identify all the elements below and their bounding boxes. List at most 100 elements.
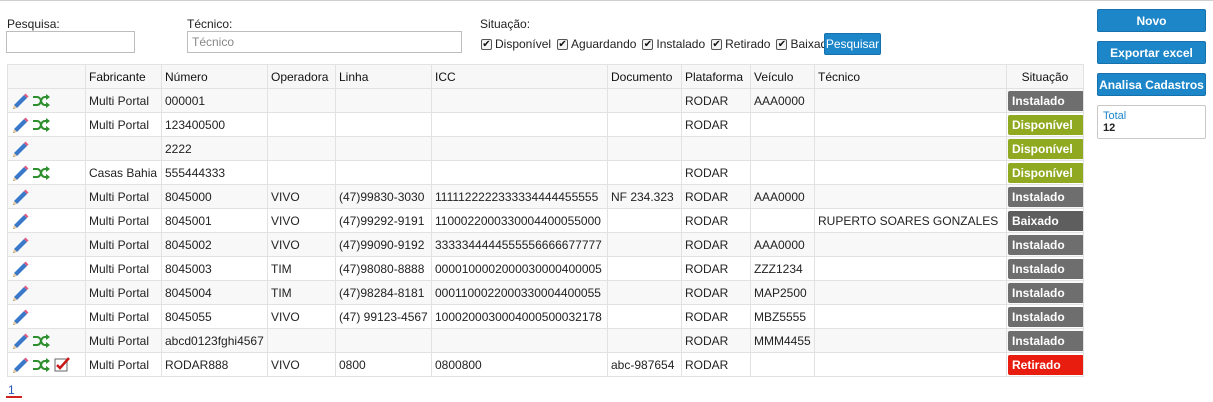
status-option-1[interactable]: ✔ Aguardando bbox=[557, 37, 636, 51]
cell-veiculo: ZZZ1234 bbox=[750, 256, 815, 281]
col-fabricante[interactable]: Fabricante bbox=[85, 64, 162, 89]
cell-situacao: Baixado bbox=[1006, 208, 1084, 233]
col-numero[interactable]: Número bbox=[161, 64, 268, 89]
col-icc[interactable]: ICC bbox=[431, 64, 608, 89]
cell-veiculo: AAA0000 bbox=[750, 88, 815, 113]
status-option-2[interactable]: ✔ Instalado bbox=[642, 37, 705, 51]
export-excel-button[interactable]: Exportar excel bbox=[1097, 41, 1206, 64]
status-badge[interactable]: Disponível bbox=[1008, 162, 1083, 183]
edit-icon[interactable] bbox=[10, 260, 30, 278]
status-badge[interactable]: Instalado bbox=[1008, 90, 1083, 111]
edit-icon[interactable] bbox=[10, 92, 30, 110]
edit-icon[interactable] bbox=[10, 188, 30, 206]
cell-numero: 8045002 bbox=[161, 232, 268, 257]
table-row: Multi Portal abcd0123fghi4567 RODAR MMM4455… bbox=[7, 328, 1084, 353]
cell-fabricante bbox=[85, 136, 162, 161]
page-link-1[interactable]: 1 bbox=[8, 383, 15, 397]
cell-plataforma: RODAR bbox=[681, 232, 751, 257]
checkbox[interactable]: ✔ bbox=[776, 38, 788, 50]
current-page-indicator bbox=[6, 396, 22, 398]
search-button[interactable]: Pesquisar bbox=[824, 33, 881, 55]
cell-fabricante: Multi Portal bbox=[85, 352, 162, 377]
shuffle-icon[interactable] bbox=[31, 116, 51, 134]
status-badge[interactable]: Instalado bbox=[1008, 282, 1083, 303]
shuffle-icon[interactable] bbox=[31, 332, 51, 350]
cell-plataforma: RODAR bbox=[681, 112, 751, 137]
col-veiculo[interactable]: Veículo bbox=[750, 64, 815, 89]
cell-situacao: Instalado bbox=[1006, 328, 1084, 353]
cell-fabricante: Multi Portal bbox=[85, 280, 162, 305]
cell-numero: RODAR888 bbox=[161, 352, 268, 377]
cell-operadora: VIVO bbox=[267, 184, 336, 209]
status-badge[interactable]: Baixado bbox=[1008, 210, 1083, 231]
edit-icon[interactable] bbox=[10, 140, 30, 158]
cell-icc: 0800800 bbox=[431, 352, 608, 377]
col-tecnico[interactable]: Técnico bbox=[814, 64, 1007, 89]
table-row: Multi Portal 8045055 VIVO (47) 99123-4567 10… bbox=[7, 304, 1084, 329]
edit-icon[interactable] bbox=[10, 212, 30, 230]
checkbox[interactable]: ✔ bbox=[711, 38, 723, 50]
search-input[interactable] bbox=[6, 31, 135, 53]
cell-veiculo bbox=[750, 352, 815, 377]
col-linha[interactable]: Linha bbox=[335, 64, 432, 89]
edit-icon[interactable] bbox=[10, 236, 30, 254]
status-badge[interactable]: Retirado bbox=[1008, 354, 1083, 375]
status-badge[interactable]: Instalado bbox=[1008, 186, 1083, 207]
checkbox[interactable]: ✔ bbox=[557, 38, 569, 50]
chips-table: Fabricante Número Operadora Linha ICC Do… bbox=[7, 64, 1084, 377]
cell-tecnico bbox=[814, 160, 1007, 185]
checkbox[interactable]: ✔ bbox=[642, 38, 654, 50]
cell-tecnico bbox=[814, 232, 1007, 257]
edit-icon[interactable] bbox=[10, 332, 30, 350]
cell-linha: (47)98284-8181 bbox=[335, 280, 432, 305]
cell-situacao: Instalado bbox=[1006, 280, 1084, 305]
edit-icon[interactable] bbox=[10, 284, 30, 302]
edit-icon[interactable] bbox=[10, 356, 30, 374]
cell-plataforma: RODAR bbox=[681, 88, 751, 113]
status-badge[interactable]: Instalado bbox=[1008, 330, 1083, 351]
cell-icc bbox=[431, 112, 608, 137]
shuffle-icon[interactable] bbox=[31, 92, 51, 110]
edit-icon[interactable] bbox=[10, 164, 30, 182]
cell-icc bbox=[431, 328, 608, 353]
status-option-3[interactable]: ✔ Retirado bbox=[711, 37, 770, 51]
edit-icon[interactable] bbox=[10, 308, 30, 326]
cell-tecnico bbox=[814, 256, 1007, 281]
table-row: Multi Portal 8045000 VIVO (47)99830-3030 111… bbox=[7, 184, 1084, 209]
shuffle-icon[interactable] bbox=[31, 356, 51, 374]
status-badge[interactable]: Instalado bbox=[1008, 234, 1083, 255]
table-row: Multi Portal 8045003 TIM (47)98080-8888 0000… bbox=[7, 256, 1084, 281]
col-operadora[interactable]: Operadora bbox=[267, 64, 336, 89]
status-badge[interactable]: Disponível bbox=[1008, 114, 1083, 135]
cell-numero: 000001 bbox=[161, 88, 268, 113]
shuffle-icon[interactable] bbox=[31, 164, 51, 182]
col-plataforma[interactable]: Plataforma bbox=[681, 64, 751, 89]
status-checkboxes: ✔ Disponível ✔ Aguardando ✔ Instalado ✔ Retirad… bbox=[481, 37, 840, 51]
tech-input[interactable] bbox=[187, 31, 462, 53]
col-situacao[interactable]: Situação bbox=[1006, 64, 1084, 89]
checkbox[interactable]: ✔ bbox=[481, 38, 492, 50]
cell-situacao: Instalado bbox=[1006, 232, 1084, 257]
check-icon[interactable] bbox=[52, 356, 72, 374]
status-badge[interactable]: Disponível bbox=[1008, 138, 1083, 159]
cell-veiculo: AAA0000 bbox=[750, 184, 815, 209]
analyze-records-button[interactable]: Analisa Cadastros bbox=[1097, 73, 1206, 96]
total-value: 12 bbox=[1103, 122, 1116, 134]
cell-tecnico bbox=[814, 136, 1007, 161]
cell-numero: 8045001 bbox=[161, 208, 268, 233]
cell-situacao: Disponível bbox=[1006, 136, 1084, 161]
status-badge[interactable]: Instalado bbox=[1008, 258, 1083, 279]
cell-tecnico bbox=[814, 112, 1007, 137]
edit-icon[interactable] bbox=[10, 116, 30, 134]
cell-documento bbox=[607, 208, 682, 233]
cell-situacao: Disponível bbox=[1006, 112, 1084, 137]
new-button[interactable]: Novo bbox=[1097, 9, 1206, 32]
cell-operadora bbox=[267, 112, 336, 137]
cell-operadora bbox=[267, 160, 336, 185]
table-row: Multi Portal 8045001 VIVO (47)99292-9191 110… bbox=[7, 208, 1084, 233]
table-row: Multi Portal RODAR888 VIVO 0800 0800800 abc-9… bbox=[7, 352, 1084, 377]
status-option-0[interactable]: ✔ Disponível bbox=[481, 37, 551, 51]
col-documento[interactable]: Documento bbox=[607, 64, 682, 89]
status-badge[interactable]: Instalado bbox=[1008, 306, 1083, 327]
cell-numero: 123400500 bbox=[161, 112, 268, 137]
